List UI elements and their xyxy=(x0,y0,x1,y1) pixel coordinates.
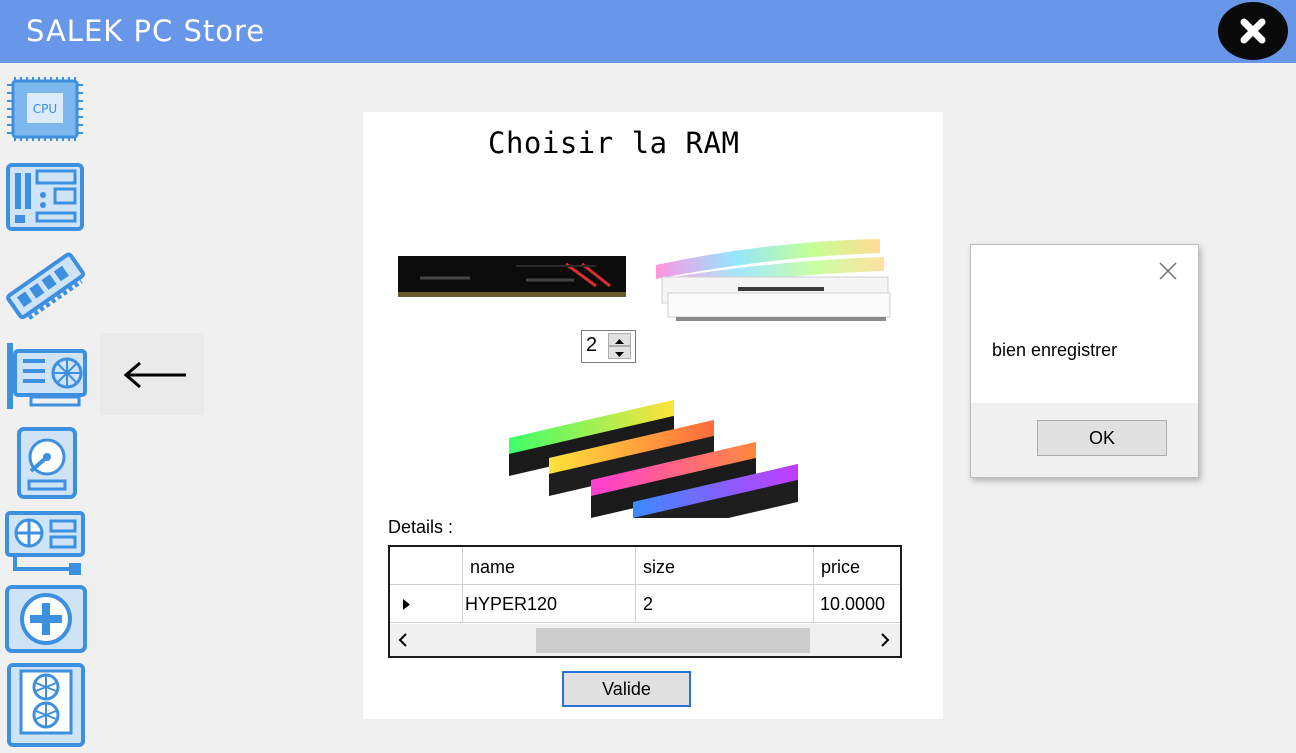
arrow-left-icon xyxy=(123,361,186,389)
quantity-value: 2 xyxy=(586,334,598,356)
sidebar-item-ram[interactable] xyxy=(3,249,87,321)
ram-option-white-rgb[interactable] xyxy=(648,235,898,322)
horizontal-scrollbar[interactable] xyxy=(390,624,900,656)
graphics-card-icon xyxy=(7,343,87,409)
title-bar: SALEK PC Store xyxy=(0,0,1296,63)
app-title: SALEK PC Store xyxy=(26,14,266,48)
caret-down-icon xyxy=(615,352,624,357)
ram-option-trident-rgb[interactable] xyxy=(503,388,801,540)
ram-white-rgb-image xyxy=(656,239,891,321)
sidebar-item-power-supply[interactable] xyxy=(3,511,87,583)
motherboard-icon xyxy=(6,163,84,231)
chevron-left-icon xyxy=(398,633,407,647)
column-header-size[interactable]: size xyxy=(636,547,814,585)
sidebar-item-motherboard[interactable] xyxy=(3,161,87,233)
ok-button[interactable]: OK xyxy=(1037,420,1167,456)
sidebar-item-case-fan[interactable] xyxy=(3,585,87,657)
case-fan-icon xyxy=(5,585,87,653)
svg-text:CPU: CPU xyxy=(33,102,57,116)
cooler-icon xyxy=(7,663,85,747)
sidebar-item-cpu[interactable]: CPU xyxy=(3,73,87,145)
table-cell-name[interactable]: HYPER120 xyxy=(463,585,636,623)
details-label: Details : xyxy=(388,517,454,537)
row-header-corner xyxy=(390,547,463,585)
scrollbar-thumb[interactable] xyxy=(536,628,810,653)
ram-trident-rgb-image xyxy=(509,399,798,540)
sidebar-item-graphics-card[interactable] xyxy=(3,339,87,411)
quantity-increment-button[interactable] xyxy=(608,333,631,346)
row-selector[interactable] xyxy=(390,585,463,623)
page-title: Choisir la RAM xyxy=(488,126,740,160)
table-cell-size[interactable]: 2 xyxy=(636,585,814,623)
column-header-name[interactable]: name xyxy=(463,547,636,585)
message-dialog: bien enregistrer OK xyxy=(970,244,1199,478)
quantity-decrement-button[interactable] xyxy=(608,346,631,359)
close-icon xyxy=(1159,262,1177,280)
dialog-message: bien enregistrer xyxy=(992,340,1118,360)
sidebar: CPU xyxy=(0,63,96,748)
close-app-button[interactable] xyxy=(1218,2,1288,60)
details-grid[interactable]: name size price HYPER120 2 10.0000 xyxy=(388,545,902,658)
sidebar-item-cooler[interactable] xyxy=(3,663,87,748)
back-button[interactable] xyxy=(100,333,204,415)
cpu-icon: CPU xyxy=(7,77,83,141)
ram-hyperx-fury-image xyxy=(398,256,626,297)
ram-icon xyxy=(6,252,85,320)
quantity-stepper[interactable]: 2 xyxy=(581,330,636,363)
dialog-footer: OK xyxy=(971,403,1198,477)
close-icon xyxy=(1240,18,1266,44)
column-header-price[interactable]: price xyxy=(814,547,900,585)
scroll-right-button[interactable] xyxy=(878,632,892,653)
ram-option-hyperx-fury[interactable] xyxy=(396,256,628,298)
dialog-close-button[interactable] xyxy=(1156,259,1180,283)
hard-drive-icon xyxy=(17,427,77,499)
valide-button[interactable]: Valide xyxy=(562,671,691,707)
sidebar-item-hard-drive[interactable] xyxy=(3,427,87,499)
chevron-right-icon xyxy=(881,633,890,647)
row-pointer-icon xyxy=(403,599,410,610)
table-cell-price[interactable]: 10.0000 xyxy=(814,585,900,623)
power-supply-icon xyxy=(5,511,85,575)
scroll-left-button[interactable] xyxy=(396,632,410,653)
